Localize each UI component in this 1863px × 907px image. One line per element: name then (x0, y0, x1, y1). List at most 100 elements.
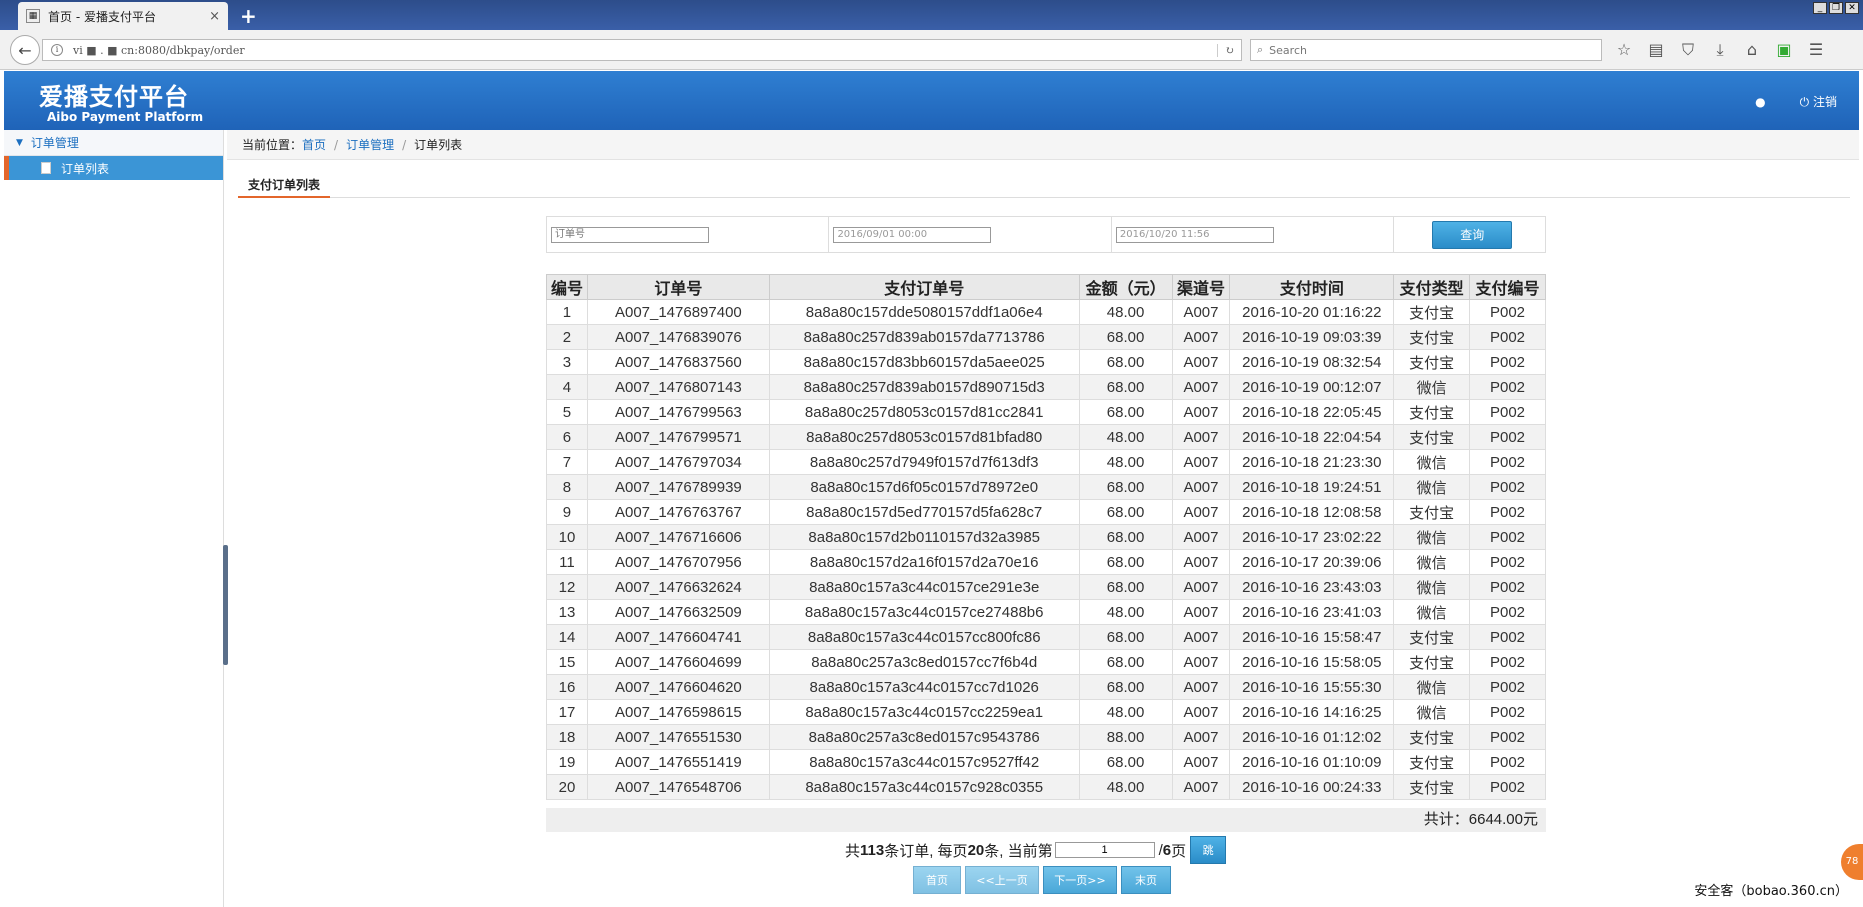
bookmark-star-icon[interactable]: ☆ (1614, 40, 1634, 60)
cell-pay-order-no: 8a8a80c257d839ab0157da7713786 (768, 324, 1080, 350)
pager-text: 共 (845, 842, 861, 860)
cell-order-no: A007_1476632624 (586, 574, 770, 600)
table-row: 2 A007_1476839076 8a8a80c257d839ab0157da77… (546, 324, 1546, 350)
search-bar[interactable]: ⌕ Search (1250, 39, 1602, 61)
cell-pay-code: P002 (1469, 724, 1546, 750)
menu-icon[interactable]: ☰ (1806, 40, 1826, 60)
cell-pay-type: 微信 (1393, 574, 1471, 600)
next-page-button[interactable]: 下一页>> (1043, 866, 1117, 894)
tab-payment-order-list[interactable]: 支付订单列表 (238, 172, 331, 198)
page-favicon-icon: ▦ (26, 9, 40, 23)
cell-pay-order-no: 8a8a80c257a3c8ed0157c9543786 (768, 724, 1080, 750)
tab-close-icon[interactable]: × (209, 9, 220, 24)
cell-pay-code: P002 (1469, 549, 1546, 575)
cell-pay-time: 2016-10-18 22:04:54 (1229, 424, 1395, 450)
cell-order-no: A007_1476763767 (586, 499, 770, 525)
page-number-input[interactable] (1054, 842, 1155, 858)
cell-amount: 48.00 (1078, 699, 1173, 725)
reload-icon[interactable]: ↻ (1217, 43, 1241, 57)
watermark: 安全客（bobao.360.cn） (1694, 884, 1848, 899)
cell-pay-order-no: 8a8a80c157a3c44c0157cc7d1026 (768, 674, 1080, 700)
cell-index: 12 (546, 574, 588, 600)
order-no-input[interactable] (551, 226, 709, 243)
cell-pay-code: P002 (1469, 599, 1546, 625)
cell-amount: 48.00 (1078, 449, 1173, 475)
cell-amount: 68.00 (1078, 474, 1173, 500)
user-icon[interactable]: ● (1755, 95, 1765, 109)
site-info-icon[interactable]: i (51, 44, 63, 56)
cell-amount: 68.00 (1078, 399, 1173, 425)
table-row: 20 A007_1476548706 8a8a80c157a3c44c0157c92… (546, 774, 1546, 800)
cell-pay-order-no: 8a8a80c257d8053c0157d81bfad80 (768, 424, 1080, 450)
cell-channel: A007 (1171, 549, 1231, 575)
cell-order-no: A007_1476789939 (586, 474, 770, 500)
cell-pay-type: 支付宝 (1393, 349, 1471, 375)
download-icon[interactable]: ⤓ (1710, 40, 1730, 60)
cell-channel: A007 (1171, 724, 1231, 750)
last-page-button[interactable]: 末页 (1121, 866, 1171, 894)
cell-pay-code: P002 (1469, 574, 1546, 600)
logout-button[interactable]: ⏻ 注销 (1800, 93, 1837, 110)
cell-index: 6 (546, 424, 588, 450)
cell-pay-code: P002 (1469, 299, 1546, 325)
go-to-page-button[interactable]: 跳 (1190, 836, 1227, 864)
end-time-input[interactable] (1115, 226, 1274, 243)
table-row: 18 A007_1476551530 8a8a80c257a3c8ed0157c95… (546, 724, 1546, 750)
power-icon: ⏻ (1799, 95, 1810, 109)
pagination-info: 共 113 条订单, 每页 20 条, 当前第 / 6 页 跳 (845, 836, 1227, 864)
sidebar-resize-handle[interactable] (223, 545, 228, 665)
cell-pay-time: 2016-10-16 15:58:05 (1229, 649, 1395, 675)
pager-total-pages: 6 (1162, 841, 1172, 859)
cell-pay-time: 2016-10-18 21:23:30 (1229, 449, 1395, 475)
col-header: 金额（元） (1078, 274, 1173, 300)
breadcrumb-home[interactable]: 首页 (302, 136, 326, 153)
pager-text: 页 (1171, 842, 1187, 860)
first-page-button[interactable]: 首页 (913, 866, 961, 894)
cell-channel: A007 (1171, 749, 1231, 775)
cell-index: 10 (546, 524, 588, 550)
minimize-icon[interactable]: _ (1813, 2, 1827, 14)
reading-list-icon[interactable]: ▤ (1646, 40, 1666, 60)
home-icon[interactable]: ⌂ (1742, 40, 1762, 60)
cell-channel: A007 (1171, 399, 1231, 425)
cell-amount: 68.00 (1078, 374, 1173, 400)
cell-amount: 68.00 (1078, 549, 1173, 575)
cell-pay-code: P002 (1469, 649, 1546, 675)
addon-icon[interactable]: ▣ (1774, 40, 1794, 60)
browser-tabbar: ▦ 首页 - 爱播支付平台 × + _ ❐ ✕ (0, 0, 1863, 30)
cell-pay-order-no: 8a8a80c157a3c44c0157cc800fc86 (768, 624, 1080, 650)
start-time-input[interactable] (833, 226, 992, 243)
cell-pay-order-no: 8a8a80c157dde5080157ddf1a06e4 (768, 299, 1080, 325)
back-button[interactable]: ← (10, 35, 40, 65)
cell-pay-code: P002 (1469, 474, 1546, 500)
cell-pay-order-no: 8a8a80c157d6f05c0157d78972e0 (768, 474, 1080, 500)
sidebar-group-label: 订单管理 (30, 136, 79, 150)
close-window-icon[interactable]: ✕ (1845, 2, 1859, 14)
window-controls: _ ❐ ✕ (1813, 2, 1859, 14)
col-header: 支付订单号 (768, 274, 1080, 300)
query-button[interactable]: 查询 (1432, 220, 1513, 249)
sidebar-group-order-management[interactable]: ▼ 订单管理 (4, 130, 223, 156)
new-tab-button[interactable]: + (240, 4, 257, 28)
browser-tab[interactable]: ▦ 首页 - 爱播支付平台 × (18, 2, 228, 30)
cell-pay-time: 2016-10-18 19:24:51 (1229, 474, 1395, 500)
cell-pay-time: 2016-10-19 08:32:54 (1229, 349, 1395, 375)
cell-amount: 48.00 (1078, 774, 1173, 800)
table-header-row: 编号 订单号 支付订单号 金额（元） 渠道号 支付时间 支付类型 支付编号 (546, 274, 1546, 300)
url-bar[interactable]: i vi ■ . ■ cn:8080/dbkpay/order ↻ (42, 39, 1242, 61)
prev-page-button[interactable]: <<上一页 (965, 866, 1039, 894)
cell-index: 17 (546, 699, 588, 725)
sidebar-item-order-list[interactable]: 订单列表 (4, 156, 223, 180)
cell-pay-order-no: 8a8a80c157d2a16f0157d2a70e16 (768, 549, 1080, 575)
cell-pay-type: 微信 (1393, 474, 1471, 500)
pocket-icon[interactable]: ⛉ (1678, 40, 1698, 60)
cell-pay-code: P002 (1469, 624, 1546, 650)
floating-badge[interactable]: 78 (1841, 844, 1863, 880)
cell-order-no: A007_1476548706 (586, 774, 770, 800)
restore-icon[interactable]: ❐ (1829, 2, 1843, 14)
cell-channel: A007 (1171, 324, 1231, 350)
cell-pay-type: 支付宝 (1393, 324, 1471, 350)
cell-order-no: A007_1476807143 (586, 374, 770, 400)
caret-down-icon: ▼ (16, 137, 23, 148)
breadcrumb-section[interactable]: 订单管理 (346, 136, 394, 153)
